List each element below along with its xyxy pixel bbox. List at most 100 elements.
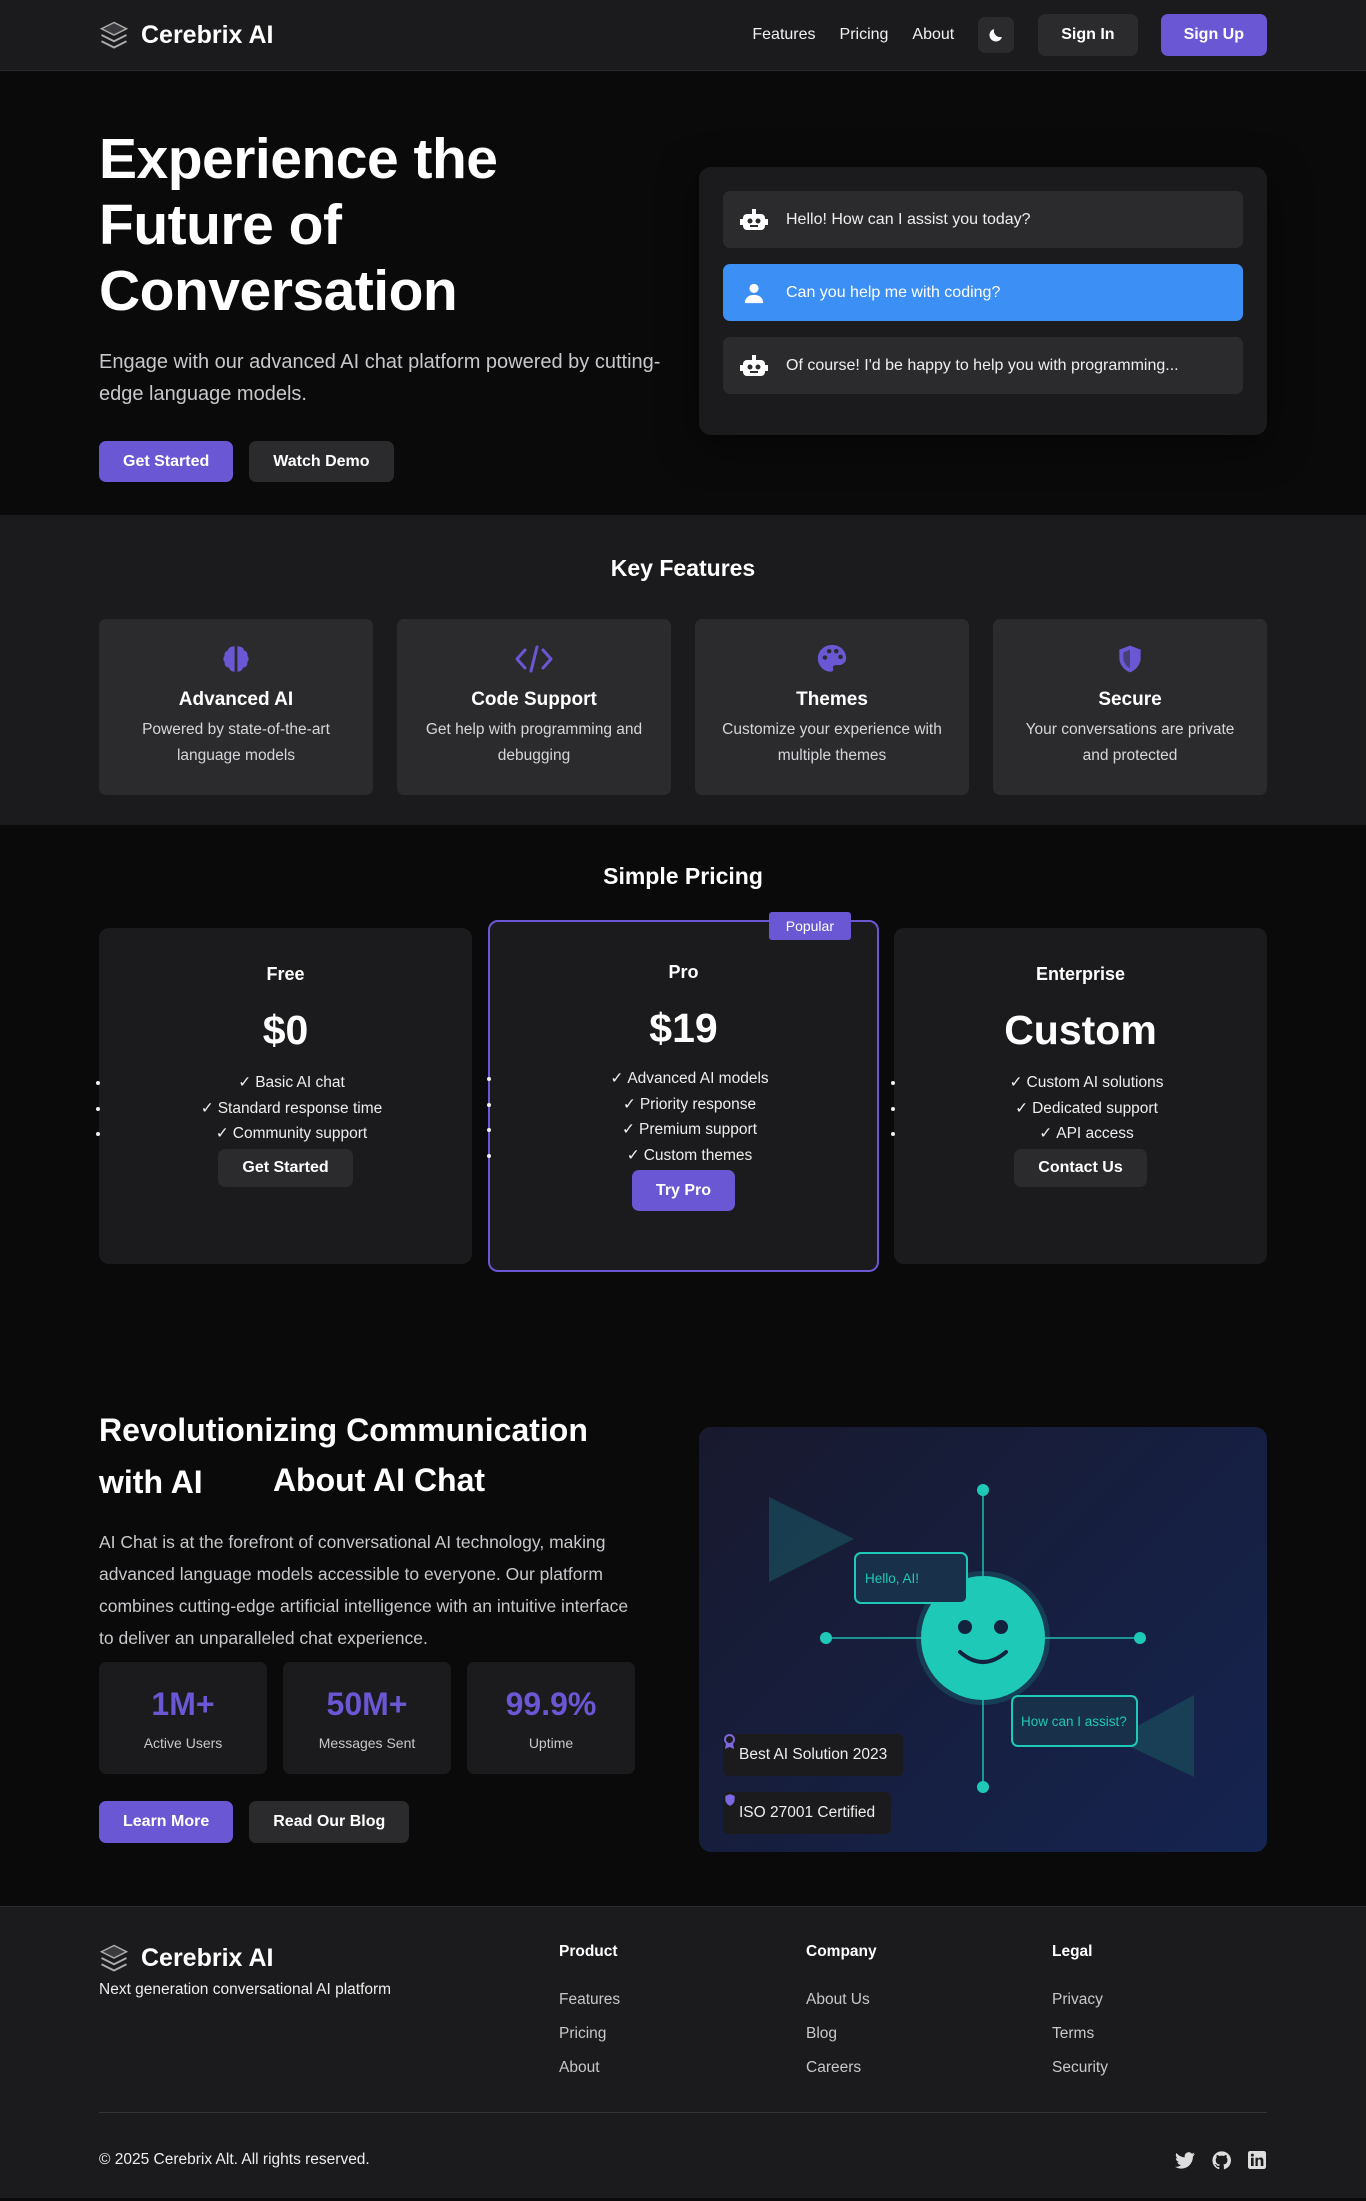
footer-link[interactable]: Security <box>1052 2051 1108 2085</box>
plan-features: ✓Custom AI solutions ✓Dedicated support … <box>894 1070 1267 1147</box>
plan-name: Free <box>266 964 305 984</box>
plan-features: ✓Basic AI chat ✓Standard response time ✓… <box>99 1070 472 1147</box>
popular-badge: Popular <box>768 912 851 940</box>
robot-icon <box>739 205 769 235</box>
plan-feature-item: ✓Community support <box>111 1121 472 1147</box>
footer-tagline: Next generation conversational AI platfo… <box>99 1981 392 1998</box>
plan-price: $0 <box>262 1007 309 1053</box>
chat-message-bot: Of course! I'd be happy to help you with… <box>723 337 1243 394</box>
feature-title: Themes <box>796 689 868 710</box>
check-icon: ✓ <box>610 1070 624 1087</box>
footer: Cerebrix AI Next generation conversation… <box>0 1906 1366 2198</box>
contact-us-button[interactable]: Contact Us <box>1014 1148 1147 1187</box>
plan-feature-item: ✓Custom themes <box>502 1143 877 1169</box>
plan-feature-item: ✓Standard response time <box>111 1096 472 1122</box>
footer-column-legal: Legal Privacy Terms Security <box>1052 1943 1108 2085</box>
footer-link[interactable]: Terms <box>1052 2017 1108 2051</box>
read-blog-button[interactable]: Read Our Blog <box>249 1801 410 1843</box>
sign-in-button[interactable]: Sign In <box>1038 14 1138 56</box>
certification-badge: ISO 27001 Certified <box>723 1792 892 1834</box>
hero-title: Experience the Future of Conversation <box>99 127 498 323</box>
footer-link[interactable]: About <box>559 2051 620 2085</box>
linkedin-icon[interactable] <box>1247 2150 1267 2170</box>
palette-icon <box>817 644 847 672</box>
award-badge: Best AI Solution 2023 <box>723 1734 904 1776</box>
github-icon[interactable] <box>1211 2150 1231 2170</box>
stat-uptime: 99.9% Uptime <box>467 1662 635 1774</box>
brand-logo[interactable]: Cerebrix AI <box>99 20 273 50</box>
brand-name: Cerebrix AI <box>141 1943 274 1972</box>
footer-column-title: Product <box>559 1943 618 1960</box>
feature-desc: Customize your experience with multiple … <box>722 721 942 764</box>
layers-icon <box>99 21 129 49</box>
footer-link[interactable]: Careers <box>806 2051 877 2085</box>
social-links <box>1175 2150 1267 2170</box>
footer-brand[interactable]: Cerebrix AI <box>99 1943 273 1973</box>
footer-link[interactable]: About Us <box>806 1983 877 2017</box>
plan-name: Pro <box>668 962 699 982</box>
plan-feature-item: ✓Dedicated support <box>906 1096 1267 1122</box>
user-icon <box>739 278 769 308</box>
plan-name: Enterprise <box>1035 964 1126 984</box>
brain-icon <box>223 646 249 672</box>
feature-title: Secure <box>1098 689 1162 710</box>
chat-message-text: Hello! How can I assist you today? <box>786 210 1031 228</box>
plan-get-started-button[interactable]: Get Started <box>218 1148 353 1187</box>
watch-demo-button[interactable]: Watch Demo <box>249 441 394 482</box>
get-started-button[interactable]: Get Started <box>99 441 234 482</box>
footer-link[interactable]: Pricing <box>559 2017 620 2051</box>
stat-value: 1M+ <box>151 1686 215 1722</box>
learn-more-button[interactable]: Learn More <box>99 1801 234 1843</box>
theme-toggle-button[interactable] <box>978 17 1015 53</box>
chat-preview: Hello! How can I assist you today? Can y… <box>699 167 1267 435</box>
plan-card-free: Free $0 ✓Basic AI chat ✓Standard respons… <box>99 928 472 1264</box>
chat-message-text: Can you help me with coding? <box>786 283 1001 301</box>
bubble-hello: Hello, AI! <box>865 1571 920 1586</box>
stat-label: Uptime <box>528 1735 574 1751</box>
try-pro-button[interactable]: Try Pro <box>631 1170 736 1211</box>
footer-link[interactable]: Features <box>559 1983 620 2017</box>
features-section: Key Features Advanced AI Powered by stat… <box>0 515 1366 825</box>
brand-name: Cerebrix AI <box>141 20 274 49</box>
feature-desc: Get help with programming and debugging <box>425 721 643 764</box>
plan-card-pro: Popular Pro $19 ✓Advanced AI models ✓Pri… <box>488 912 879 1272</box>
chat-message-user: Can you help me with coding? <box>723 264 1243 321</box>
copyright: © 2025 Cerebrix Alt. All rights reserved… <box>99 2151 370 2168</box>
sign-up-button[interactable]: Sign Up <box>1160 14 1267 56</box>
nav-link-features[interactable]: Features <box>752 26 815 44</box>
ai-illustration: Hello, AI! How can I assist? Best AI Sol… <box>699 1427 1267 1852</box>
check-icon: ✓ <box>200 1099 214 1117</box>
feature-card-themes: Themes Customize your experience with mu… <box>695 619 969 795</box>
feature-desc: Powered by state-of-the-art language mod… <box>142 721 330 764</box>
plan-feature-item: ✓Custom AI solutions <box>906 1070 1267 1096</box>
feature-card-advanced-ai: Advanced AI Powered by state-of-the-art … <box>99 619 373 795</box>
footer-link[interactable]: Privacy <box>1052 1983 1108 2017</box>
robot-icon <box>739 351 769 381</box>
hero-section: Experience the Future of Conversation En… <box>0 71 1366 515</box>
footer-column-title: Company <box>806 1943 877 1960</box>
check-icon: ✓ <box>621 1121 635 1138</box>
shield-icon <box>1119 645 1141 673</box>
pricing-section: Simple Pricing Free $0 ✓Basic AI chat ✓S… <box>0 825 1366 1300</box>
nav-link-pricing[interactable]: Pricing <box>840 26 889 44</box>
stat-label: Active Users <box>143 1735 223 1751</box>
twitter-icon[interactable] <box>1175 2150 1195 2170</box>
code-icon <box>515 645 553 673</box>
layers-icon <box>99 1944 129 1972</box>
plan-card-enterprise: Enterprise Custom ✓Custom AI solutions ✓… <box>894 928 1267 1264</box>
check-icon: ✓ <box>1015 1099 1029 1117</box>
nav-link-about[interactable]: About <box>912 26 954 44</box>
footer-column-product: Product Features Pricing About <box>559 1943 620 2085</box>
footer-column-company: Company About Us Blog Careers <box>806 1943 877 2085</box>
footer-link[interactable]: Blog <box>806 2017 877 2051</box>
feature-card-code-support: Code Support Get help with programming a… <box>397 619 671 795</box>
plan-features: ✓Advanced AI models ✓Priority response ✓… <box>490 1066 877 1168</box>
pricing-title: Simple Pricing <box>603 863 763 889</box>
check-icon: ✓ <box>1039 1125 1053 1142</box>
check-icon: ✓ <box>622 1095 636 1113</box>
bubble-assist: How can I assist? <box>1021 1714 1127 1729</box>
shield-icon <box>725 1794 735 1806</box>
stat-value: 99.9% <box>505 1686 597 1722</box>
plan-feature-item: ✓Priority response <box>502 1092 877 1118</box>
check-icon: ✓ <box>1009 1074 1023 1091</box>
